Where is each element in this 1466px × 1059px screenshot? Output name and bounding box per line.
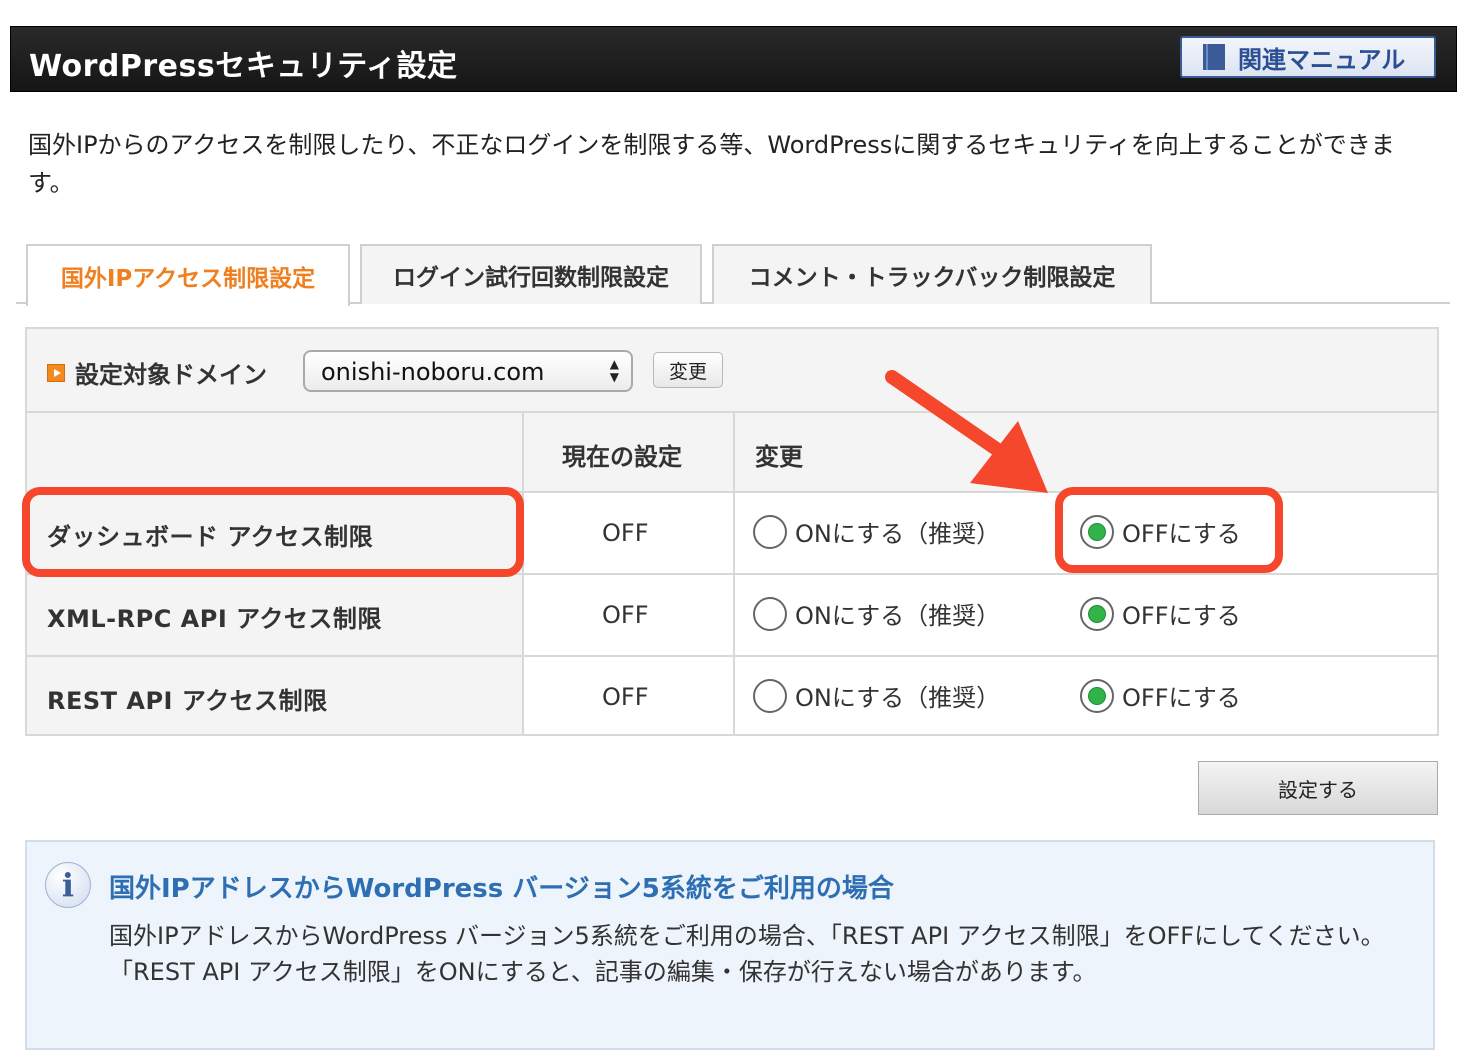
radio-label: ONにする（推奨） [795,520,1001,548]
radio-checked-icon [1080,678,1114,713]
domain-change-button[interactable]: 変更 [653,352,723,388]
page-header: WordPressセキュリティ設定 関連マニュアル [10,26,1457,92]
domain-label: 設定対象ドメイン [75,361,267,389]
radio-rest-api-on[interactable]: ONにする（推奨） [753,678,1000,713]
info-icon: i [45,862,91,908]
row-label-xmlrpc: XML-RPC API アクセス制限 [47,605,382,633]
row-divider [27,491,1437,493]
radio-checked-icon [1080,596,1114,631]
radio-label: OFFにする [1122,602,1241,630]
row-label-dashboard: ダッシュボード アクセス制限 [47,523,374,551]
page-title: WordPressセキュリティ設定 [29,49,458,84]
related-manual-button[interactable]: 関連マニュアル [1180,36,1436,78]
header-current-setting: 現在の設定 [562,443,682,471]
column-divider [522,413,524,734]
radio-label: OFFにする [1122,684,1241,712]
manual-button-label: 関連マニュアル [1238,45,1406,74]
info-notice: i 国外IPアドレスからWordPress バージョン5系統をご利用の場合 国外… [25,840,1435,1050]
current-value-xmlrpc: OFF [602,601,649,629]
settings-panel: 設定対象ドメイン onishi-noboru.com ▲ ▼ 変更 現在の設定 変… [25,327,1439,736]
tab-foreign-ip[interactable]: 国外IPアクセス制限設定 [26,244,350,306]
header-change: 変更 [755,443,803,471]
radio-circle-icon [753,678,787,713]
row-divider [27,573,1437,575]
radio-checked-icon [1080,514,1114,549]
current-value-rest-api: OFF [602,683,649,711]
column-divider [733,413,735,734]
page-description: 国外IPからのアクセスを制限したり、不正なログインを制限する等、WordPres… [28,131,1395,197]
tab-login-attempts[interactable]: ログイン試行回数制限設定 [360,244,702,304]
radio-xmlrpc-on[interactable]: ONにする（推奨） [753,596,1000,631]
arrow-marker-icon [47,364,65,382]
row-divider [27,655,1437,657]
annotation-arrow-icon [885,370,1048,493]
select-arrows-icon: ▲ ▼ [609,357,619,384]
info-text: 国外IPアドレスからWordPress バージョン5系統をご利用の場合、「RES… [109,922,1385,986]
radio-xmlrpc-off[interactable]: OFFにする [1080,596,1241,631]
submit-settings-button[interactable]: 設定する [1198,761,1438,815]
domain-select[interactable]: onishi-noboru.com ▲ ▼ [303,350,633,392]
radio-dashboard-on[interactable]: ONにする（推奨） [753,514,1000,549]
domain-row: 設定対象ドメイン onishi-noboru.com ▲ ▼ 変更 [27,329,1437,413]
tab-bar: 国外IPアクセス制限設定 ログイン試行回数制限設定 コメント・トラックバック制限… [16,244,1450,306]
radio-label: ONにする（推奨） [795,684,1001,712]
domain-select-value: onishi-noboru.com [321,358,545,386]
current-value-dashboard: OFF [602,519,649,547]
tab-comment-trackback[interactable]: コメント・トラックバック制限設定 [712,244,1152,304]
radio-circle-icon [753,514,787,549]
radio-dashboard-off[interactable]: OFFにする [1080,514,1241,549]
book-icon [1203,44,1225,70]
info-title: 国外IPアドレスからWordPress バージョン5系統をご利用の場合 [109,874,894,904]
radio-rest-api-off[interactable]: OFFにする [1080,678,1241,713]
radio-label: OFFにする [1122,520,1241,548]
radio-circle-icon [753,596,787,631]
row-label-rest-api: REST API アクセス制限 [47,687,328,715]
radio-label: ONにする（推奨） [795,602,1001,630]
